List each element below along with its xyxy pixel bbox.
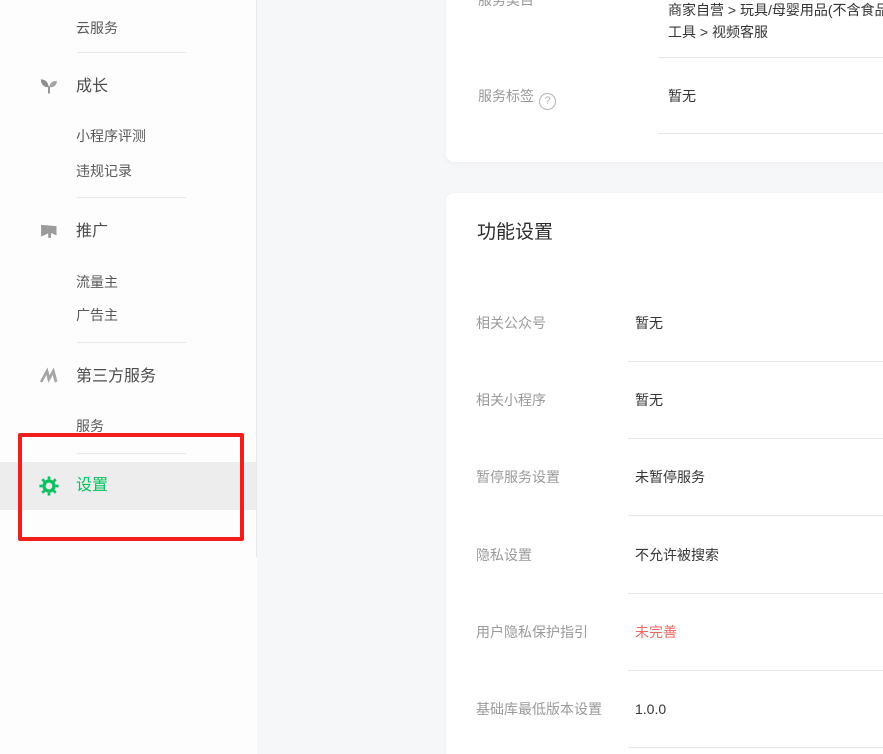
help-icon[interactable]: ?: [539, 93, 556, 110]
row-base-library-min-version: 基础库最低版本设置 1.0.0: [446, 701, 883, 748]
divider: [77, 197, 186, 198]
row-label: 隐私设置: [476, 547, 532, 564]
sidebar-item-service[interactable]: 服务: [76, 416, 104, 436]
row-value: 暂无: [635, 392, 663, 409]
service-tag-label-text: 服务标签: [478, 88, 534, 104]
sidebar-item-third-party-service[interactable]: 第三方服务: [0, 364, 256, 390]
divider: [628, 747, 883, 748]
divider: [658, 57, 883, 58]
service-category-label: 服务类目: [478, 0, 534, 9]
divider: [628, 438, 883, 439]
sidebar-item-cloud-service[interactable]: 云服务: [76, 18, 118, 38]
sidebar-item-violation-records[interactable]: 违规记录: [76, 161, 132, 181]
sidebar-item-label: 推广: [76, 219, 108, 245]
sidebar-item-label: 设置: [76, 473, 108, 499]
sidebar-item-advertiser[interactable]: 广告主: [76, 305, 118, 325]
divider: [628, 361, 883, 362]
divider: [628, 670, 883, 671]
row-privacy-setting: 隐私设置 不允许被搜索: [446, 547, 883, 594]
divider: [628, 593, 883, 594]
row-label: 相关小程序: [476, 392, 546, 409]
row-value: 未暂停服务: [635, 469, 705, 486]
row-user-privacy-guideline: 用户隐私保护指引 未完善: [446, 624, 883, 671]
row-label: 用户隐私保护指引: [476, 624, 588, 641]
row-related-miniprogram: 相关小程序 暂无: [446, 392, 883, 439]
row-value: 暂无: [635, 315, 663, 332]
wechat-miniprogram-console: 云服务 成长 小程序评测 违规记录 推广 流量主 广告主: [0, 0, 883, 754]
service-category-value-line2: 工具 > 视频客服: [668, 24, 768, 41]
sidebar-item-growth[interactable]: 成长: [0, 74, 256, 100]
divider: [77, 453, 186, 454]
row-label: 相关公众号: [476, 315, 546, 332]
row-value-warning: 未完善: [635, 624, 677, 641]
function-settings-card: 功能设置 相关公众号 暂无 相关小程序 暂无 暂停服务设置 未暂停服务 隐私设置…: [446, 193, 883, 754]
service-category-value-line1: 商家自营 > 玩具/母婴用品(不含食品: [668, 2, 883, 19]
row-related-official-account: 相关公众号 暂无: [446, 315, 883, 362]
sidebar-item-promotion[interactable]: 推广: [0, 219, 256, 245]
sidebar-item-label: 成长: [76, 74, 108, 100]
third-party-icon: [39, 367, 59, 387]
service-info-card: 服务类目 商家自营 > 玩具/母婴用品(不含食品 工具 > 视频客服 服务标签?…: [446, 0, 883, 162]
sidebar: 云服务 成长 小程序评测 违规记录 推广 流量主 广告主: [0, 0, 256, 754]
service-tag-label: 服务标签?: [478, 88, 556, 110]
sidebar-item-label: 第三方服务: [76, 364, 156, 390]
megaphone-icon: [39, 222, 59, 242]
row-label: 暂停服务设置: [476, 469, 560, 486]
row-value: 不允许被搜索: [635, 547, 719, 564]
service-tag-value: 暂无: [668, 88, 696, 105]
row-pause-service-setting: 暂停服务设置 未暂停服务: [446, 469, 883, 516]
gear-icon: [39, 476, 59, 496]
sidebar-item-miniprogram-review[interactable]: 小程序评测: [76, 126, 146, 146]
divider: [658, 133, 883, 134]
divider: [77, 342, 186, 343]
sprout-icon: [39, 77, 59, 97]
sidebar-item-traffic-master[interactable]: 流量主: [76, 272, 118, 292]
row-label: 基础库最低版本设置: [476, 701, 602, 718]
function-settings-title: 功能设置: [477, 219, 553, 247]
sidebar-border-line: [256, 0, 257, 557]
row-value: 1.0.0: [635, 701, 666, 718]
sidebar-item-settings[interactable]: 设置: [0, 462, 256, 510]
divider: [77, 52, 186, 53]
divider: [628, 515, 883, 516]
